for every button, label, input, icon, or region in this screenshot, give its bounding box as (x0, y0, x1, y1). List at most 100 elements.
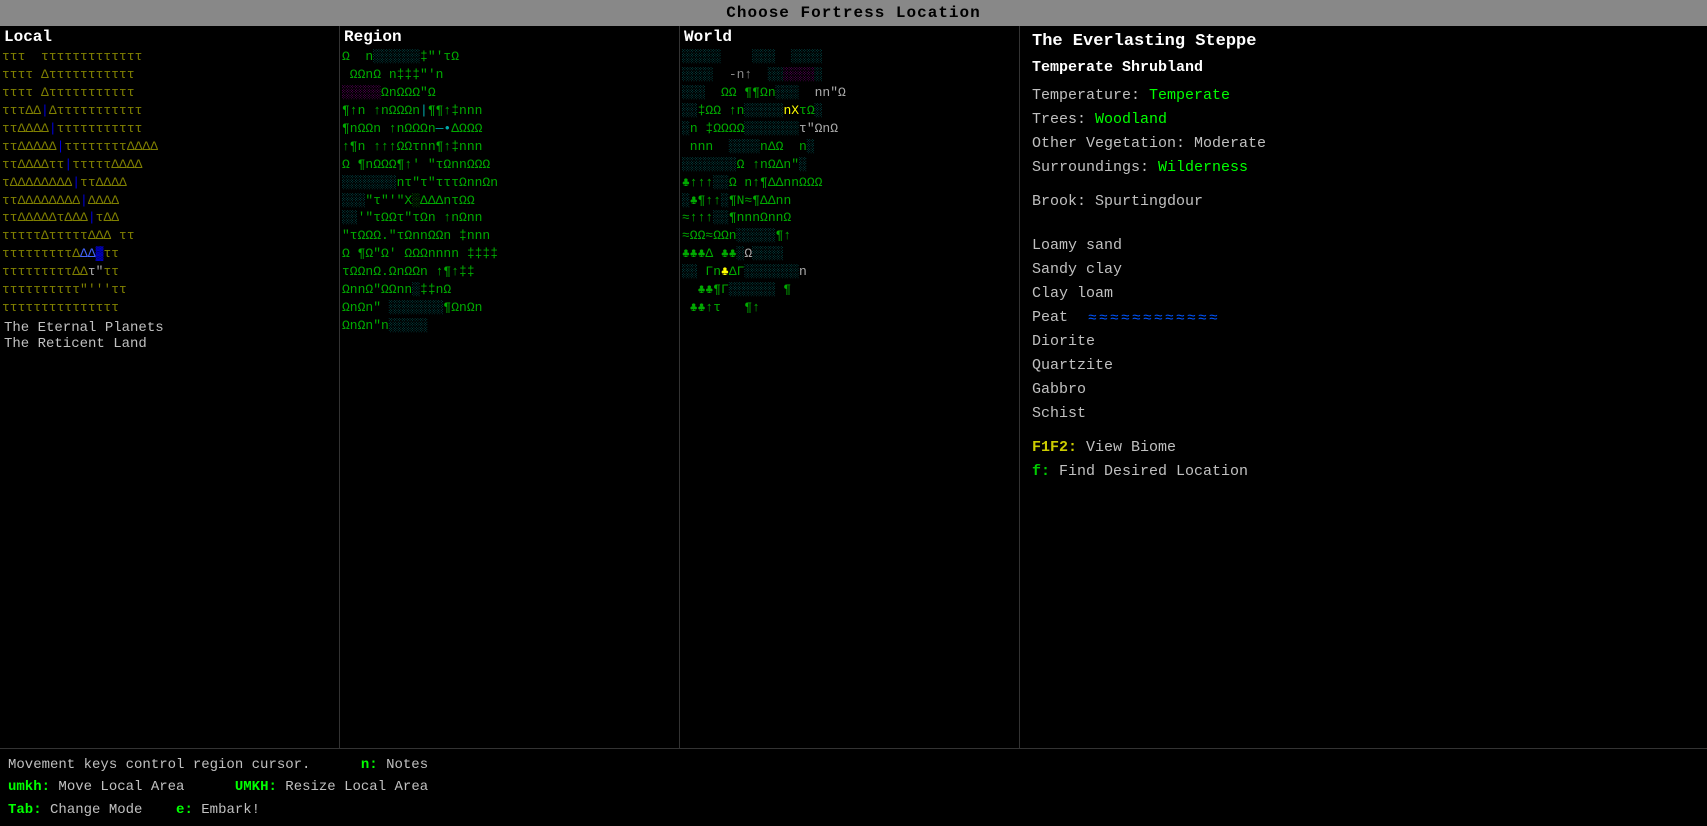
map-row: ♣♣¶Γ░░░░░░ ¶ (682, 281, 1017, 299)
rock-schist: Schist (1032, 402, 1695, 426)
world-map[interactable]: ░░░░░ ░░░ ░░░░ ░░░░ -n↑ ░░░░░░░ ░░░ ΩΩ ¶… (680, 48, 1019, 317)
e-key: e: (176, 802, 193, 818)
f1f2-desc: View Biome (1077, 439, 1176, 456)
f-desc: Find Desired Location (1050, 463, 1248, 480)
rock-quartzite: Quartzite (1032, 354, 1695, 378)
trees-label: Trees: (1032, 111, 1095, 128)
map-row: ττττ Δτττττττττττ (2, 84, 337, 102)
title-bar: Choose Fortress Location (0, 0, 1707, 26)
map-row: ░░░░░ ░░░ ░░░░ (682, 48, 1017, 66)
map-row: τττ τττττττττττττ (2, 48, 337, 66)
map-row: ττττττττττ"'''ττ (2, 281, 337, 299)
trees-row: Trees: Woodland (1032, 108, 1695, 132)
map-row: ░░ Γn♣ΔΓ░░░░░░░n (682, 263, 1017, 281)
map-row: τΩΩnΩ.ΩnΩΩn ↑¶↑‡‡ (342, 263, 677, 281)
map-row: nnn ░░░░nΔΩ n░ (682, 138, 1017, 156)
tab-key: Tab: (8, 802, 42, 818)
map-row: ♣♣↑τ ¶↑ (682, 299, 1017, 317)
soil-sandy-clay: Sandy clay (1032, 258, 1695, 282)
movement-text: Movement keys control region cursor. (8, 757, 310, 773)
f-key: f: (1032, 463, 1050, 480)
map-row: ░░‡ΩΩ ↑n░░░░░nΧτΩ░ (682, 102, 1017, 120)
local-header: Local (0, 26, 339, 48)
map-row: ΩnΩn" ░░░░░░░¶ΩnΩn (342, 299, 677, 317)
map-row: ░░'"τΩΩτ"τΩn ↑nΩnn (342, 209, 677, 227)
map-row: ↑¶n ↑↑↑ΩΩτnn¶↑‡nnn (342, 138, 677, 156)
f1f2-keybind[interactable]: F1F2: View Biome (1032, 436, 1695, 460)
map-row: Ω n░░░░░░‡"'τΩ (342, 48, 677, 66)
local-area-name-2: The Reticent Land (4, 336, 335, 352)
map-row: ░♣¶↑↑░¶N≈¶ΔΔnn (682, 192, 1017, 210)
temperature-row: Temperature: Temperate (1032, 84, 1695, 108)
map-row: ττΔΔΔΔ|τττττττττττ (2, 120, 337, 138)
surroundings-label: Surroundings: (1032, 159, 1158, 176)
map-row: Ω ¶Ω"Ω' ΩΩΩnnnn ‡‡‡‡ (342, 245, 677, 263)
map-row: ¶nΩΩn ↑nΩΩΩn—•ΔΩΩΩ (342, 120, 677, 138)
footer-line-1: Movement keys control region cursor. n: … (8, 754, 1699, 776)
peat-underline-decoration: ≈≈≈≈≈≈≈≈≈≈≈≈ (1088, 310, 1220, 327)
notes-desc: Notes (386, 757, 428, 773)
footer: Movement keys control region cursor. n: … (0, 748, 1707, 826)
map-row: ░░░"τ"'"Χ░ΔΔΔnτΩΩ (342, 192, 677, 210)
world-header: World (680, 26, 1019, 48)
map-row: ≈ΩΩ≈ΩΩn░░░░░¶↑ (682, 227, 1017, 245)
move-local-desc: Move Local Area (58, 779, 184, 795)
map-row: Ω ¶nΩΩΩ¶↑' "τΩnnΩΩΩ (342, 156, 677, 174)
map-row: ░░░░░░░Ω ↑nΩΔn"░ (682, 156, 1017, 174)
map-row: ░░░░░ΩnΩΩΩ"Ω (342, 84, 677, 102)
map-row: "τΩΩΩ."τΩnnΩΩn ‡nnn (342, 227, 677, 245)
f1f2-key: F1F2: (1032, 439, 1077, 456)
umkh-upper-key: UMKH: (235, 779, 277, 795)
info-block: Temperature: Temperate Trees: Woodland O… (1032, 78, 1695, 180)
local-map[interactable]: τττ τττττττττττττ ττττ Δτττττττττττ ττττ… (0, 48, 339, 317)
surroundings-row: Surroundings: Wilderness (1032, 156, 1695, 180)
soil-clay-loam: Clay loam (1032, 282, 1695, 306)
map-row: ΩnnΩ"ΩΩnn░‡‡nΩ (342, 281, 677, 299)
map-row: ττΔΔΔΔΔ|ττττττττΔΔΔΔ (2, 138, 337, 156)
brook-row: Brook: Spurtingdour (1032, 190, 1695, 214)
map-row: ░░░░░░░nτ"τ"τττΩnnΩn (342, 174, 677, 192)
f-keybind[interactable]: f: Find Desired Location (1032, 460, 1695, 484)
embark-desc: Embark! (201, 802, 260, 818)
resize-local-desc: Resize Local Area (285, 779, 428, 795)
surroundings-value: Wilderness (1158, 159, 1248, 176)
map-row: ττττ Δτττττττττττ (2, 66, 337, 84)
brook-label: Brook: (1032, 193, 1095, 210)
map-row: ░n ‡ΩΩΩΩ░░░░░░░τ"ΩnΩ (682, 120, 1017, 138)
vegetation-label: Other Vegetation: (1032, 135, 1194, 152)
region-header: Region (340, 26, 679, 48)
map-row: τττττττττττττττ (2, 299, 337, 317)
map-row: ░░░ ΩΩ ¶¶Ωn░░░ nn"Ω (682, 84, 1017, 102)
map-row: ░░░░ -n↑ ░░░░░░░ (682, 66, 1017, 84)
map-row: ττΔΔΔΔττ|τττττΔΔΔΔ (2, 156, 337, 174)
n-key: n: (361, 757, 378, 773)
map-row: ΩnΩn"n░░░░░ (342, 317, 677, 335)
map-row: ¶↑n ↑nΩΩΩn|¶¶↑‡nnn (342, 102, 677, 120)
brook-value: Spurtingdour (1095, 193, 1203, 210)
map-row: τττττττττΔΔτ"ττ (2, 263, 337, 281)
biome-name: Temperate Shrubland (1032, 59, 1695, 76)
rock-diorite: Diorite (1032, 330, 1695, 354)
map-row: ♣↑↑↑░░Ω n↑¶ΔΔnnΩΩΩ (682, 174, 1017, 192)
soil-peat: Peat (1032, 306, 1068, 330)
local-area-names: The Eternal Planets The Reticent Land (0, 317, 339, 355)
map-row: ≈↑↑↑░░¶nnnΩnnΩ (682, 209, 1017, 227)
map-row: ΩΩnΩ n‡‡‡"'n (342, 66, 677, 84)
footer-line-2: umkh: Move Local Area UMKH: Resize Local… (8, 776, 1699, 798)
map-row: ττΔΔΔΔΔτΔΔΔ|τΔΔ (2, 209, 337, 227)
vegetation-row: Other Vegetation: Moderate (1032, 132, 1695, 156)
trees-value: Woodland (1095, 111, 1167, 128)
local-panel: Local τττ τττττττττττττ ττττ Δττττττττττ… (0, 26, 340, 748)
region-panel: Region Ω n░░░░░░‡"'τΩ ΩΩnΩ n‡‡‡"'n ░░░░░… (340, 26, 680, 748)
soil-peat-row: Peat ≈≈≈≈≈≈≈≈≈≈≈≈ (1032, 306, 1695, 330)
temperature-label: Temperature: (1032, 87, 1149, 104)
map-row: ττΔΔΔΔΔΔΔΔ|ΔΔΔΔ (2, 192, 337, 210)
map-row: τττττττττΔΔΔ▓ττ (2, 245, 337, 263)
footer-line-3: Tab: Change Mode e: Embark! (8, 799, 1699, 821)
map-row: ♣♣♣Δ ♣♣░Ω░░░░ (682, 245, 1017, 263)
title-text: Choose Fortress Location (726, 4, 980, 22)
region-map[interactable]: Ω n░░░░░░‡"'τΩ ΩΩnΩ n‡‡‡"'n ░░░░░ΩnΩΩΩ"Ω… (340, 48, 679, 335)
umkh-key: umkh: (8, 779, 50, 795)
soil-loamy-sand: Loamy sand (1032, 234, 1695, 258)
info-panel: The Everlasting Steppe Temperate Shrubla… (1020, 26, 1707, 748)
